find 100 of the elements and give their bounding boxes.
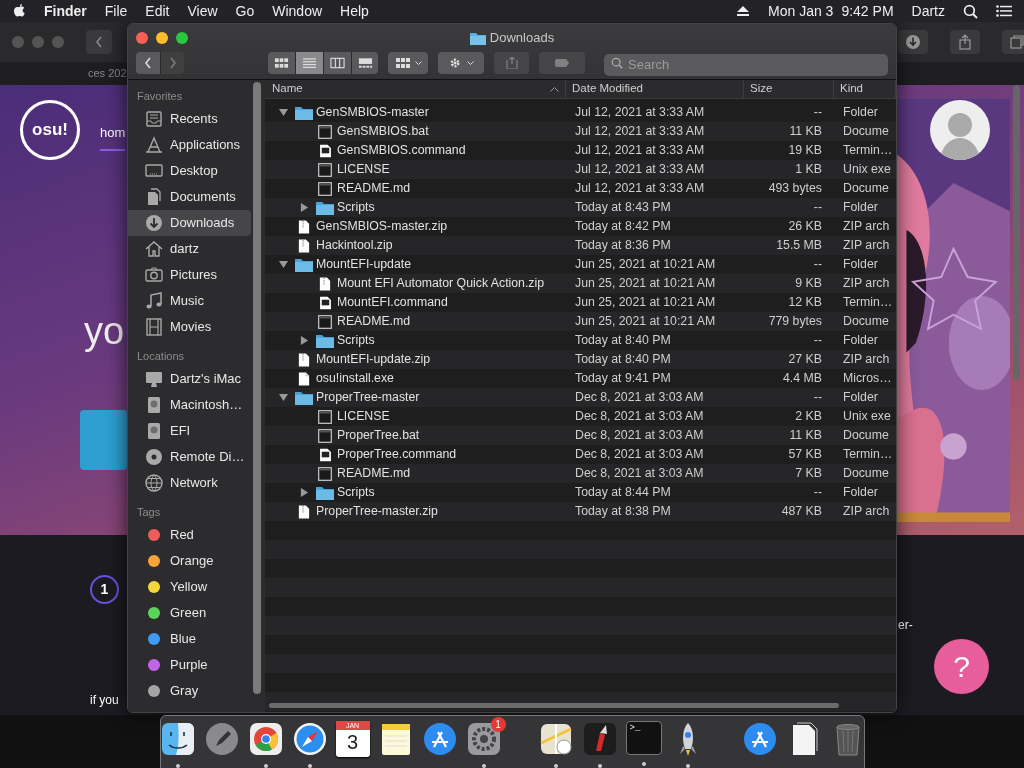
- size-cell-text: 11 KB: [788, 427, 823, 445]
- size-cell-text: --: [812, 256, 823, 274]
- menu-item[interactable]: View: [187, 0, 218, 22]
- kind-cell-text: Folder: [842, 389, 879, 407]
- date-cell-text: Dec 8, 2021 at 3:03 AM: [574, 427, 705, 445]
- file-name: GenSMBIOS-master: [316, 104, 429, 122]
- kind-cell-text: Folder: [842, 332, 879, 350]
- sidebar-item[interactable]: Desktop: [128, 158, 251, 184]
- sidebar-item[interactable]: dartz: [128, 236, 251, 262]
- kind-cell-text: Docume: [842, 465, 890, 483]
- sidebar-item[interactable]: Dartz's iMac: [128, 366, 251, 392]
- sidebar-item[interactable]: Blue: [128, 626, 251, 652]
- app-menu[interactable]: Finder: [44, 0, 87, 22]
- kind-cell-text: ZIP arch: [842, 503, 891, 521]
- file-name: README.md: [337, 180, 411, 198]
- sidebar-item[interactable]: Purple: [128, 652, 251, 678]
- size-cell-text: 12 KB: [787, 294, 823, 312]
- size-cell-text: 7 KB: [794, 465, 823, 483]
- date-cell-text: Jul 12, 2021 at 3:33 AM: [574, 161, 706, 179]
- date-cell-text: Today at 8:44 PM: [574, 484, 672, 502]
- date-cell-text: Jun 25, 2021 at 10:21 AM: [574, 294, 717, 312]
- kind-cell-text: Folder: [842, 199, 879, 217]
- size-cell-text: 2 KB: [794, 408, 823, 426]
- file-name: MountEFI-update.zip: [316, 351, 431, 369]
- file-name: LICENSE: [337, 161, 390, 179]
- sidebar-item[interactable]: Macintosh…: [128, 392, 251, 418]
- column-header[interactable]: Date Modified: [566, 80, 744, 98]
- sidebar-item[interactable]: Green: [128, 600, 251, 626]
- file-name: GenSMBIOS.bat: [337, 123, 429, 141]
- menu-item[interactable]: Window: [272, 0, 323, 22]
- file-name: ProperTree.bat: [337, 427, 420, 445]
- file-name: README.md: [337, 465, 411, 483]
- kind-cell-text: ZIP arch: [842, 351, 891, 369]
- kind-cell-text: Micros…: [842, 370, 893, 388]
- date-cell-text: Dec 8, 2021 at 3:03 AM: [574, 446, 705, 464]
- user-name[interactable]: Dartz: [911, 0, 945, 22]
- date-cell-text: Jul 12, 2021 at 3:33 AM: [574, 180, 706, 198]
- size-cell-text: 493 bytes: [767, 180, 823, 198]
- sidebar-item[interactable]: EFI: [128, 418, 251, 444]
- size-cell-text: 9 KB: [794, 275, 823, 293]
- kind-cell-text: Folder: [842, 484, 879, 502]
- sidebar-item[interactable]: Recents: [128, 106, 251, 132]
- tab-title[interactable]: ces 202: [88, 65, 127, 82]
- sidebar-item[interactable]: Documents: [128, 184, 251, 210]
- sidebar-item[interactable]: Applications: [128, 132, 251, 158]
- sidebar-item[interactable]: Movies: [128, 314, 251, 340]
- step-number: 1: [90, 575, 119, 604]
- date-cell-text: Jul 12, 2021 at 3:33 AM: [574, 142, 706, 160]
- file-name: ProperTree-master.zip: [316, 503, 438, 521]
- kind-cell-text: Termin…: [842, 294, 894, 312]
- file-name: Mount EFI Automator Quick Action.zip: [337, 275, 545, 293]
- sidebar-item[interactable]: Red: [128, 522, 251, 548]
- sidebar-heading: Locations: [136, 348, 186, 364]
- search-field[interactable]: Search: [604, 53, 888, 76]
- sidebar-item[interactable]: Network: [128, 470, 251, 496]
- sidebar-item[interactable]: Yellow: [128, 574, 251, 600]
- file-name: ProperTree.command: [337, 446, 457, 464]
- size-cell-text: 27 KB: [787, 351, 823, 369]
- menu-item[interactable]: Go: [235, 0, 255, 22]
- date-cell-text: Today at 8:40 PM: [574, 351, 672, 369]
- body-text: if you: [90, 692, 119, 709]
- menu-item[interactable]: File: [104, 0, 128, 22]
- file-name: Hackintool.zip: [316, 237, 393, 255]
- menu-date[interactable]: Mon Jan 3: [768, 0, 834, 22]
- terminal-icon[interactable]: >_: [625, 721, 662, 755]
- hero-heading: yo: [84, 309, 125, 354]
- kind-cell-text: Unix exe: [842, 161, 892, 179]
- site-logo[interactable]: osu!: [20, 100, 80, 160]
- sidebar-item[interactable]: Remote Di…: [128, 444, 251, 470]
- sidebar-item[interactable]: Orange: [128, 548, 251, 574]
- column-header[interactable]: Name: [265, 80, 566, 98]
- sidebar-item[interactable]: Pictures: [128, 262, 251, 288]
- kind-cell-text: ZIP arch: [842, 218, 891, 236]
- sidebar-item[interactable]: Music: [128, 288, 251, 314]
- sidebar-heading: Favorites: [136, 88, 184, 104]
- sidebar-item[interactable]: Downloads: [128, 210, 251, 236]
- file-name: README.md: [337, 313, 411, 331]
- date-cell-text: Dec 8, 2021 at 3:03 AM: [574, 465, 705, 483]
- menu-item[interactable]: Help: [340, 0, 369, 22]
- menu-time[interactable]: 9:42 PM: [841, 0, 894, 22]
- date-cell-text: Jun 25, 2021 at 10:21 AM: [574, 313, 717, 331]
- size-cell-text: --: [812, 199, 823, 217]
- column-header[interactable]: Kind: [834, 80, 896, 98]
- nav-link[interactable]: hom: [100, 123, 126, 151]
- kind-cell-text: Folder: [842, 104, 879, 122]
- date-cell-text: Today at 8:40 PM: [574, 332, 672, 350]
- window-title: Downloads: [489, 29, 555, 48]
- body-text: er-: [898, 617, 913, 634]
- sidebar-item[interactable]: Gray: [128, 678, 251, 704]
- kind-cell-text: Docume: [842, 427, 890, 445]
- column-header[interactable]: Size: [744, 80, 834, 98]
- kind-cell-text: Docume: [842, 313, 890, 331]
- size-cell-text: 57 KB: [787, 446, 823, 464]
- file-name: MountEFI.command: [337, 294, 448, 312]
- file-name: LICENSE: [337, 408, 390, 426]
- kind-cell-text: Termin…: [842, 142, 894, 160]
- size-cell-text: --: [812, 484, 823, 502]
- date-cell-text: Today at 8:42 PM: [574, 218, 672, 236]
- menu-item[interactable]: Edit: [145, 0, 170, 22]
- sidebar-heading: Tags: [136, 504, 162, 520]
